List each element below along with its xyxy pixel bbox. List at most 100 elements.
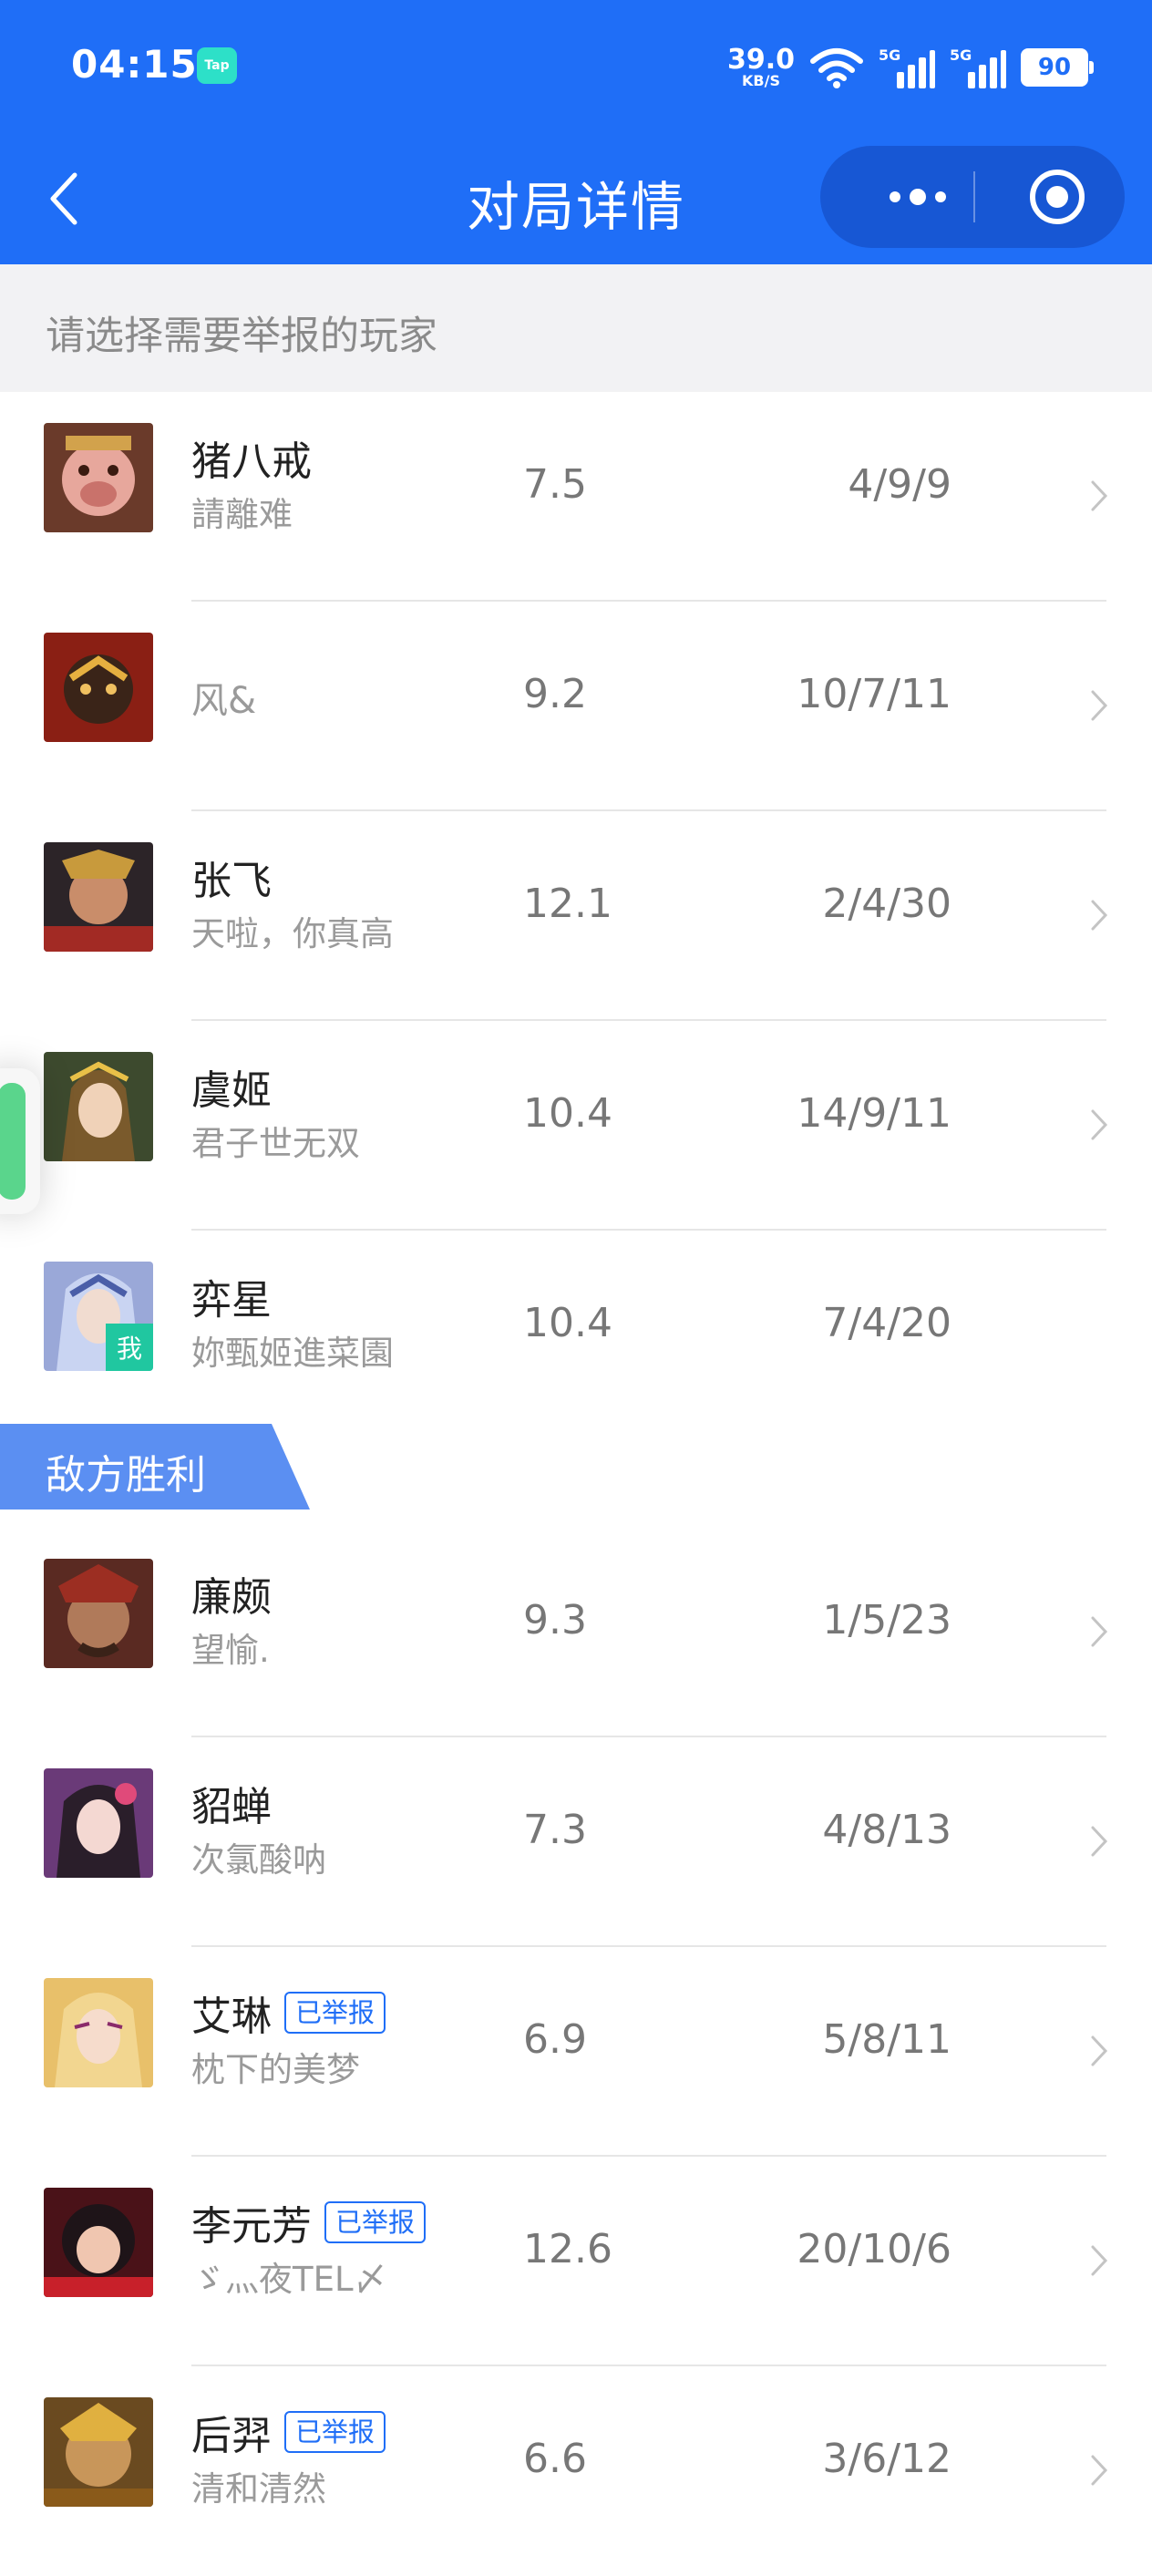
player-score: 6.6 <box>523 2436 587 2482</box>
player-row[interactable]: 艾琳 已举报 枕下的美梦 6.9 5/8/11 <box>0 1947 1152 2157</box>
player-kda: 14/9/11 <box>797 1090 951 1137</box>
signal-label: 5G <box>950 46 972 64</box>
status-icons: 39.0 KB/S 5G 5G 90 <box>727 40 1094 95</box>
top-bar: 04:15 Tap 39.0 KB/S 5G 5G 90 对局详情 <box>0 0 1152 264</box>
hero-name: 弈星 <box>191 1267 272 1325</box>
player-row[interactable]: 李元芳 已举报 ゞ灬夜TEL〆 12.6 20/10/6 <box>0 2157 1152 2366</box>
player-score: 12.1 <box>523 881 612 927</box>
net-speed-value: 39.0 <box>726 44 795 76</box>
hero-name-text: 虞姬 <box>191 1067 272 1114</box>
hero-name-text: 李元芳 <box>191 2203 312 2250</box>
hero-avatar <box>44 423 153 532</box>
player-score: 9.2 <box>523 671 587 717</box>
player-name: ゞ灬夜TEL〆 <box>191 2260 387 2299</box>
hero-name: 廉颇 <box>191 1564 272 1623</box>
hero-name: 貂蝉 <box>191 1774 272 1832</box>
player-kda: 10/7/11 <box>797 671 951 717</box>
player-row-me[interactable]: 我 弈星 妳甄姬進菜園 10.4 7/4/20 <box>0 1231 1152 1440</box>
status-time: 04:15 <box>71 42 198 87</box>
player-row[interactable]: 张飞 天啦，你真高 12.1 2/4/30 <box>0 811 1152 1021</box>
chevron-right-icon <box>1091 480 1108 511</box>
mini-program-capsule <box>820 146 1125 248</box>
battery-icon: 90 <box>1021 48 1094 87</box>
hero-name-text: 廉颇 <box>191 1574 272 1621</box>
player-row[interactable]: 后羿 已举报 清和清然 6.6 3/6/12 <box>0 2366 1152 2576</box>
reported-badge: 已举报 <box>284 1992 386 2034</box>
player-name: 君子世无双 <box>191 1124 360 1163</box>
player-name: 請離难 <box>191 495 293 534</box>
hero-name-text: 张飞 <box>191 858 272 904</box>
player-name: 次氯酸呐 <box>191 1840 326 1880</box>
player-name: 清和清然 <box>191 2469 326 2509</box>
reported-badge: 已举报 <box>324 2201 427 2243</box>
chevron-right-icon <box>1091 1616 1108 1647</box>
player-name: 风& <box>191 671 256 724</box>
player-kda: 5/8/11 <box>822 2016 951 2063</box>
player-row[interactable]: 虞姬 君子世无双 10.4 14/9/11 <box>0 1021 1152 1231</box>
player-score: 7.3 <box>523 1807 587 1853</box>
net-speed-unit: KB/S <box>742 72 780 89</box>
chevron-right-icon <box>1091 2455 1108 2486</box>
chevron-right-icon <box>1091 2245 1108 2276</box>
player-kda: 4/9/9 <box>848 461 951 508</box>
signal-icon: 5G <box>950 46 1006 88</box>
player-kda: 20/10/6 <box>797 2226 951 2272</box>
net-speed: 39.0 KB/S <box>727 46 795 88</box>
player-kda: 7/4/20 <box>822 1300 951 1346</box>
hero-name-text: 艾琳 <box>191 1994 272 2040</box>
hero-avatar <box>44 2188 153 2297</box>
hero-avatar <box>44 1768 153 1878</box>
player-name: 妳甄姬進菜園 <box>191 1334 394 1373</box>
player-name-text: 风& <box>191 680 257 722</box>
chevron-right-icon <box>1091 900 1108 931</box>
player-name: 天啦，你真高 <box>191 914 394 953</box>
hero-avatar <box>44 1052 153 1161</box>
player-kda: 3/6/12 <box>822 2436 951 2482</box>
player-row[interactable]: 廉颇 望愉. 9.3 1/5/23 <box>0 1528 1152 1737</box>
player-kda: 2/4/30 <box>822 881 951 927</box>
wifi-icon <box>810 48 863 88</box>
player-name: 枕下的美梦 <box>191 2050 360 2089</box>
hero-avatar: 我 <box>44 1262 153 1371</box>
report-prompt-bar: 请选择需要举报的玩家 <box>0 264 1152 392</box>
chat-bubble-icon <box>0 1083 26 1200</box>
hero-name: 张飞 <box>191 848 272 906</box>
hero-name-text: 猪八戒 <box>191 438 312 485</box>
hero-name: 艾琳 已举报 <box>191 1984 386 2042</box>
hero-avatar <box>44 1978 153 2087</box>
player-row[interactable]: 貂蝉 次氯酸呐 7.3 4/8/13 <box>0 1737 1152 1947</box>
chevron-right-icon <box>1091 690 1108 721</box>
hero-name: 猪八戒 <box>191 428 312 487</box>
hero-name-text: 弈星 <box>191 1277 272 1324</box>
team-result-label: 敌方胜利 <box>46 1452 206 1499</box>
target-circle-icon <box>1030 170 1085 224</box>
player-kda: 1/5/23 <box>822 1597 951 1643</box>
player-score: 6.9 <box>523 2016 587 2063</box>
player-score: 10.4 <box>523 1090 612 1137</box>
player-score: 12.6 <box>523 2226 612 2272</box>
signal-icon: 5G <box>879 46 935 88</box>
hero-name-text: 后羿 <box>191 2413 272 2459</box>
player-row[interactable]: 风& 9.2 10/7/11 <box>0 602 1152 811</box>
tap-app-icon: Tap <box>197 47 237 84</box>
chevron-right-icon <box>1091 1826 1108 1857</box>
chevron-right-icon <box>1091 2035 1108 2066</box>
signal-label: 5G <box>879 46 901 64</box>
player-score: 7.5 <box>523 461 587 508</box>
hero-name-text: 貂蝉 <box>191 1784 272 1830</box>
player-score: 10.4 <box>523 1300 612 1346</box>
hero-name: 李元芳 已举报 <box>191 2193 427 2251</box>
hero-avatar <box>44 842 153 952</box>
more-dots-icon <box>890 191 900 202</box>
player-row[interactable]: 猪八戒 請離难 7.5 4/9/9 <box>0 392 1152 602</box>
hero-avatar <box>44 633 153 742</box>
me-badge: 我 <box>106 1324 153 1371</box>
more-button[interactable] <box>864 146 972 248</box>
floating-assistant-button[interactable] <box>0 1068 40 1214</box>
hero-avatar <box>44 2397 153 2507</box>
reported-badge: 已举报 <box>284 2411 386 2453</box>
chevron-right-icon <box>1091 1109 1108 1140</box>
hero-name: 后羿 已举报 <box>191 2403 386 2461</box>
player-name: 望愉. <box>191 1631 270 1670</box>
close-mini-program-button[interactable] <box>1021 146 1094 248</box>
